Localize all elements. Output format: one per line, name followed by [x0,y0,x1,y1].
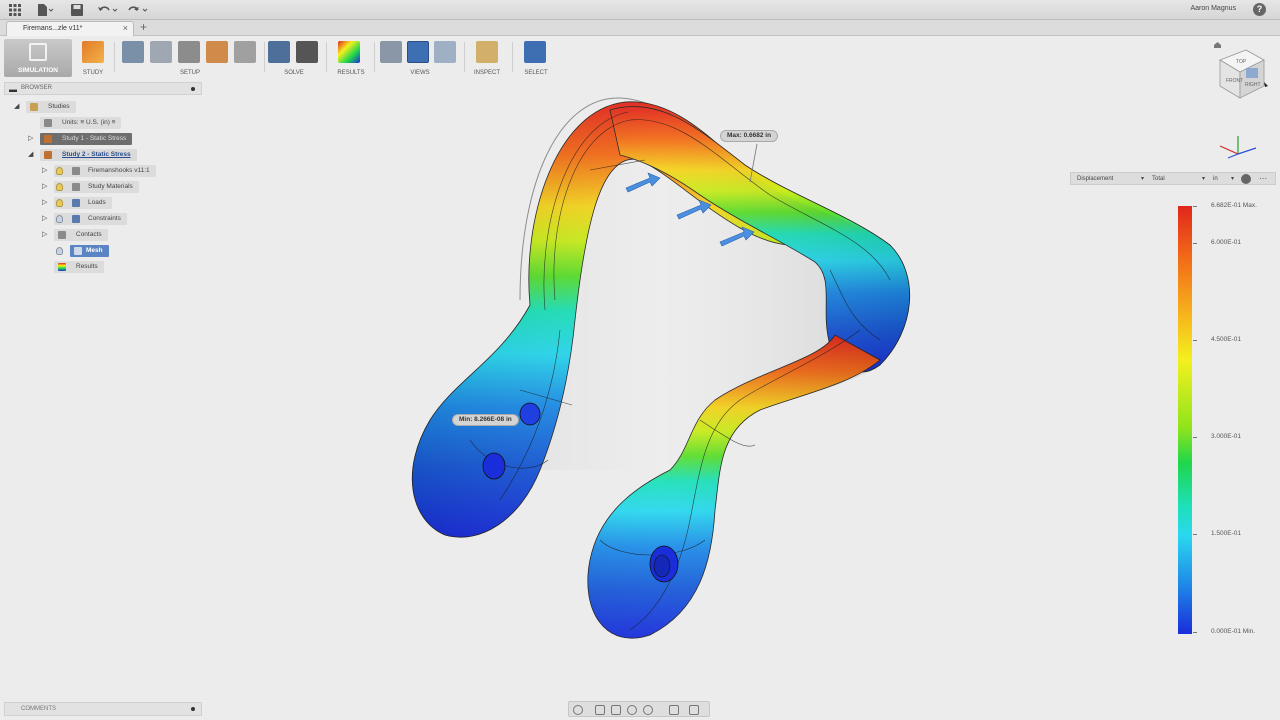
chevron-down-icon: ▾ [1140,176,1144,182]
pin-icon[interactable] [191,707,195,711]
min-probe-label[interactable]: Min: 8.266E-08 in [452,414,519,426]
component-dropdown[interactable]: Total ▾ [1149,174,1207,184]
display-settings-icon[interactable] [669,705,679,715]
axis-triad [1214,132,1262,160]
legend-label: 4.500E-01 [1211,336,1241,343]
legend-tick [1193,243,1197,244]
legend-tick [1193,437,1197,438]
legend-settings-icon[interactable] [1241,174,1251,184]
orbit-icon[interactable] [573,705,583,715]
viewcube[interactable]: FRONT RIGHT TOP [1212,42,1272,102]
pan-icon[interactable] [611,705,621,715]
comments-title: COMMENTS [21,706,56,712]
legend-label: 1.500E-01 [1211,530,1241,537]
legend-tick [1193,206,1197,207]
svg-text:FRONT: FRONT [1226,78,1243,84]
legend-label: 3.000E-01 [1211,433,1241,440]
legend-tick [1193,340,1197,341]
max-probe-label[interactable]: Max: 0.6682 in [720,130,779,142]
right-pin-hole-inner [653,554,671,578]
svg-text:RIGHT: RIGHT [1245,82,1261,88]
displacement-color-bar [1178,206,1192,634]
legend-label-min: 0.000E-01 Min. [1211,628,1256,635]
look-at-icon[interactable] [595,705,605,715]
zoom-window-icon[interactable] [643,705,653,715]
unit-dropdown[interactable]: in ▾ [1210,174,1236,184]
model-viewport[interactable] [0,0,1280,720]
result-legend-toolbar: Displacement ▾ Total ▾ in ▾ ⋯ [1070,172,1276,185]
chevron-down-icon: ▾ [1230,176,1234,182]
legend-label-max: 6.682E-01 Max. [1211,202,1257,209]
left-pin-hole [482,452,506,480]
svg-text:TOP: TOP [1236,59,1247,65]
legend-label: 6.000E-01 [1211,239,1241,246]
grid-settings-icon[interactable] [689,705,699,715]
left-boss [519,402,541,426]
legend-tick [1193,534,1197,535]
home-view-icon[interactable] [1214,42,1221,48]
navigation-toolbar [568,701,710,717]
zoom-icon[interactable] [627,705,637,715]
comments-panel[interactable]: COMMENTS [4,702,202,716]
legend-options-icon[interactable]: ⋯ [1259,174,1267,183]
chevron-down-icon: ▾ [1201,176,1205,182]
result-type-dropdown[interactable]: Displacement ▾ [1074,174,1146,184]
legend-tick [1193,632,1197,633]
